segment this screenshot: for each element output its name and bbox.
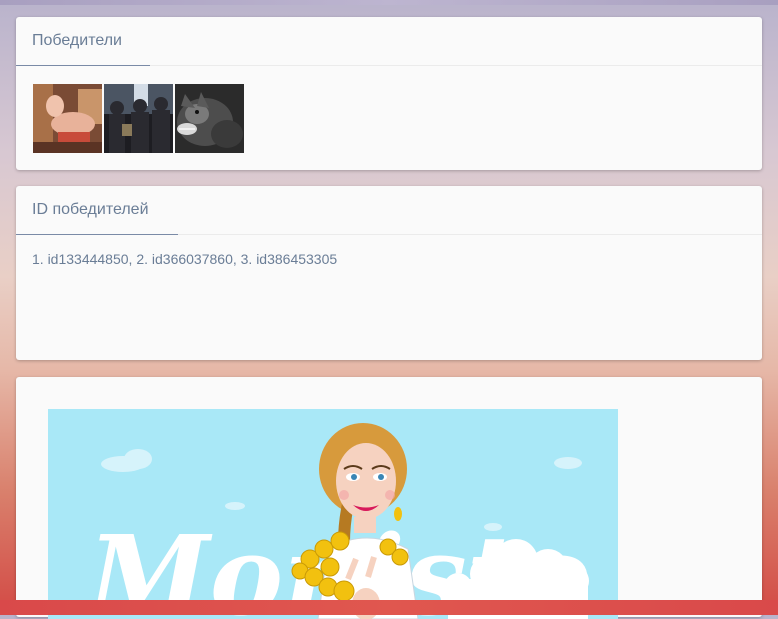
winners-card-header: Победители (16, 17, 762, 66)
winners-card: Победители (16, 17, 762, 170)
winner-photo-1[interactable] (33, 84, 102, 153)
winner-ids-text: 1. id133444850, 2. id366037860, 3. id386… (32, 251, 338, 267)
monisto-banner-illustration: Monisto (48, 409, 618, 619)
winners-title: Победители (32, 32, 122, 49)
winners-title-underline (16, 65, 150, 66)
top-border (0, 0, 778, 5)
winner-photo-3[interactable] (175, 84, 244, 153)
banner-card: Monisto (16, 377, 762, 619)
bottom-border (0, 600, 778, 615)
winner-ids-title: ID победителей (32, 201, 149, 218)
banner-image[interactable]: Monisto (48, 409, 618, 619)
winner-ids-card: ID победителей 1. id133444850, 2. id3660… (16, 186, 762, 360)
winner-ids-card-header: ID победителей (16, 186, 762, 235)
winners-photos (33, 84, 244, 153)
winner-ids-title-underline (16, 234, 178, 235)
winner-photo-2[interactable] (104, 84, 173, 153)
